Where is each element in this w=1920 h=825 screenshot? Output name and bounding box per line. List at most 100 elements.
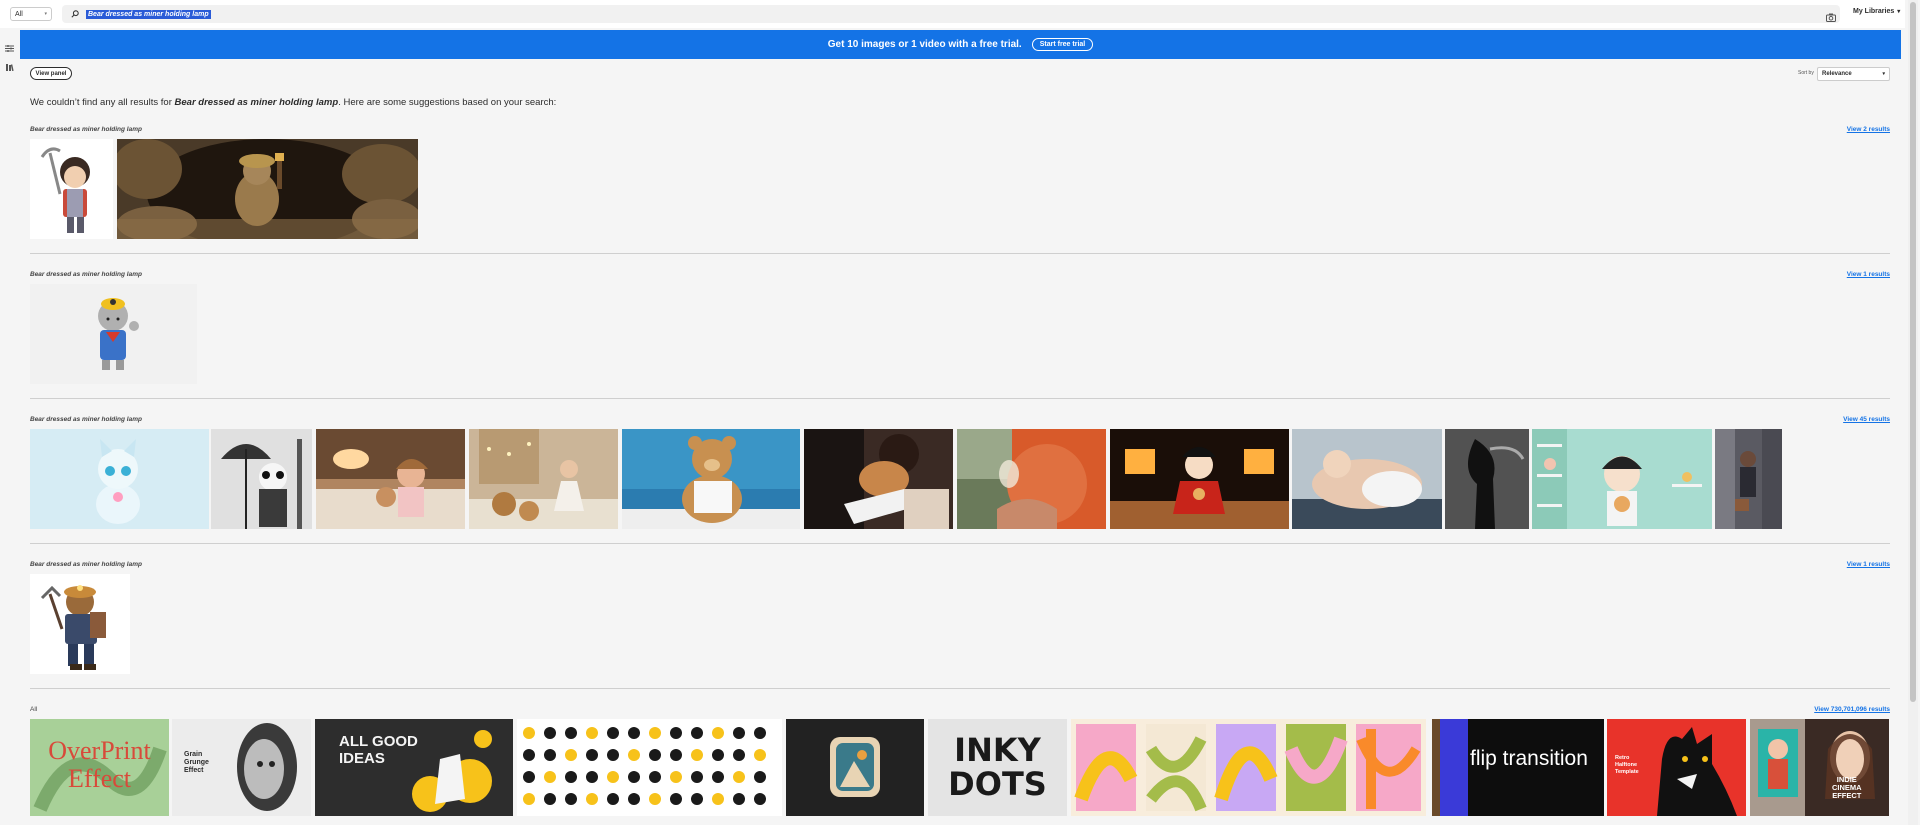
- retro-title-line: Template: [1615, 769, 1639, 775]
- icon-set-glyph: [544, 727, 556, 739]
- scrollbar-thumb[interactable]: [1910, 2, 1916, 702]
- icon-set-glyph: [628, 793, 640, 805]
- icon-set-glyph: [754, 749, 766, 761]
- result-thumbnail[interactable]: [804, 429, 953, 529]
- icon-set-glyph: [565, 771, 577, 783]
- icon-set-glyph: [712, 771, 724, 783]
- grain-title-line: Grunge: [184, 759, 209, 766]
- icon-set-glyph: [523, 771, 535, 783]
- no-results-query: Bear dressed as miner holding lamp: [174, 97, 339, 108]
- icon-set-glyph: [670, 749, 682, 761]
- view-panel-button[interactable]: View panel: [30, 67, 72, 80]
- icon-set-glyph: [565, 749, 577, 761]
- all-thumbnail-grain[interactable]: Grain Grunge Effect: [172, 719, 311, 816]
- result-thumbnail[interactable]: [622, 429, 800, 529]
- icon-set-glyph: [649, 793, 661, 805]
- icon-set-glyph: [670, 727, 682, 739]
- inky-title-line: INKY: [954, 731, 1041, 769]
- icon-set-glyph: [691, 727, 703, 739]
- overprint-title-line: Effect: [67, 764, 132, 793]
- result-thumbnail[interactable]: [117, 139, 418, 239]
- banner-text: Get 10 images or 1 video with a free tri…: [827, 39, 1022, 50]
- view-results-link[interactable]: View 2 results: [1847, 126, 1890, 133]
- sort-by-label: Sort by: [1798, 70, 1814, 76]
- camera-search-icon[interactable]: [1826, 9, 1836, 22]
- filters-icon[interactable]: [5, 40, 14, 52]
- result-thumbnail[interactable]: [30, 574, 130, 674]
- icon-set-glyph: [733, 793, 745, 805]
- result-thumbnail[interactable]: [211, 429, 312, 529]
- section-divider: [30, 398, 1890, 399]
- overprint-title-line: OverPrint: [48, 736, 151, 765]
- icon-set-glyph: [670, 771, 682, 783]
- view-results-link[interactable]: View 1 results: [1847, 271, 1890, 278]
- icon-set-glyph: [628, 749, 640, 761]
- icon-set-glyph: [733, 749, 745, 761]
- result-thumbnail[interactable]: [316, 429, 465, 529]
- group-title: All: [30, 706, 38, 713]
- icon-set-glyph: [649, 727, 661, 739]
- chevron-down-icon: ▾: [1882, 71, 1885, 77]
- icon-set-glyph: [628, 727, 640, 739]
- icon-set-glyph: [691, 771, 703, 783]
- result-thumbnail[interactable]: [1445, 429, 1529, 529]
- no-results-message: We couldn’t find any all results for Bea…: [30, 97, 556, 108]
- flip-transition-title: flip transition: [1470, 747, 1588, 770]
- result-thumbnail[interactable]: [30, 139, 113, 239]
- indie-title-line: EFFECT: [1832, 791, 1862, 800]
- icon-set-glyph: [691, 793, 703, 805]
- result-thumbnail[interactable]: [1292, 429, 1442, 529]
- icon-set-glyph: [607, 727, 619, 739]
- all-thumbnail-badge[interactable]: [786, 719, 924, 816]
- search-icon: [68, 7, 82, 21]
- no-results-prefix: We couldn’t find any all results for: [30, 97, 175, 108]
- result-thumbnail[interactable]: [469, 429, 618, 529]
- all-thumbnail-indie-cinema[interactable]: INDIE CINEMA EFFECT: [1750, 719, 1889, 816]
- all-thumbnail-flip-transition[interactable]: flip transition: [1432, 719, 1604, 816]
- icon-set-glyph: [754, 771, 766, 783]
- view-results-link[interactable]: View 730,701,096 results: [1814, 706, 1890, 713]
- start-free-trial-button[interactable]: Start free trial: [1031, 38, 1094, 51]
- free-trial-banner: Get 10 images or 1 video with a free tri…: [20, 30, 1901, 59]
- group-title: Bear dressed as miner holding lamp: [30, 126, 142, 133]
- result-thumbnail[interactable]: [1110, 429, 1289, 529]
- scope-select[interactable]: All ▾: [10, 7, 52, 21]
- sort-by-value: Relevance: [1822, 71, 1852, 77]
- icon-set-glyph: [712, 749, 724, 761]
- view-results-link[interactable]: View 45 results: [1843, 416, 1890, 423]
- all-thumbnail-all-good-ideas[interactable]: ALL GOOD IDEAS: [315, 719, 513, 816]
- icon-set-glyph: [607, 793, 619, 805]
- top-bar: All ▾ Bear dressed as miner holding lamp…: [0, 0, 1905, 28]
- no-results-suffix: . Here are some suggestions based on you…: [338, 97, 557, 108]
- icon-set-glyph: [754, 727, 766, 739]
- result-thumbnail[interactable]: [957, 429, 1106, 529]
- all-thumbnail-summer[interactable]: [1071, 719, 1426, 816]
- search-input[interactable]: Bear dressed as miner holding lamp: [86, 9, 211, 19]
- vertical-scrollbar[interactable]: [1908, 0, 1918, 825]
- library-icon[interactable]: [5, 59, 14, 72]
- my-libraries-menu[interactable]: My Libraries ▾: [1853, 8, 1900, 15]
- all-thumbnail-overprint[interactable]: OverPrint Effect: [30, 719, 169, 816]
- grain-title-line: Effect: [184, 767, 204, 774]
- search-box[interactable]: Bear dressed as miner holding lamp: [62, 5, 1840, 23]
- chevron-down-icon: ▾: [1897, 9, 1901, 15]
- result-thumbnail[interactable]: [30, 429, 209, 529]
- all-thumbnail-icon-set[interactable]: [517, 719, 782, 816]
- all-thumbnail-inky-dots[interactable]: INKY DOTS: [928, 719, 1067, 816]
- view-results-link[interactable]: View 1 results: [1847, 561, 1890, 568]
- grain-title-line: Grain: [184, 751, 203, 758]
- left-rail: [0, 28, 18, 825]
- icon-set-glyph: [733, 727, 745, 739]
- icon-set-glyph: [691, 749, 703, 761]
- icon-set-glyph: [712, 727, 724, 739]
- result-thumbnail[interactable]: [1715, 429, 1782, 529]
- section-divider: [30, 253, 1890, 254]
- all-thumbnail-retro-halftone[interactable]: Retro Halftone Template: [1607, 719, 1746, 816]
- result-thumbnail[interactable]: [30, 284, 197, 384]
- sort-by-select[interactable]: Relevance ▾: [1817, 67, 1890, 81]
- icon-set-glyph: [733, 771, 745, 783]
- icon-set-glyph: [670, 793, 682, 805]
- result-thumbnail[interactable]: [1532, 429, 1712, 529]
- icon-set-glyph: [607, 749, 619, 761]
- icon-set-glyph: [523, 727, 535, 739]
